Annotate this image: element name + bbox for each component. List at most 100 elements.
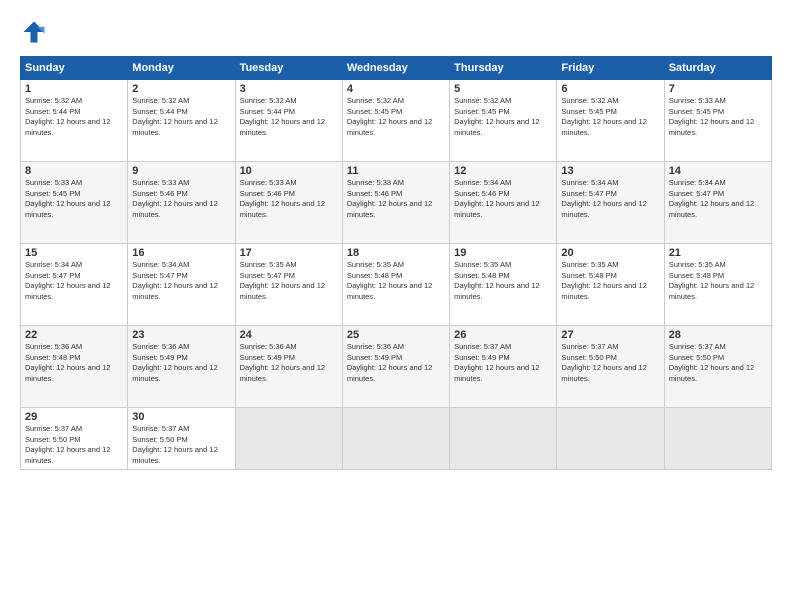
day-number: 26 xyxy=(454,329,552,341)
day-info: Sunrise: 5:33 AMSunset: 5:45 PMDaylight:… xyxy=(25,178,110,219)
calendar-cell: 25Sunrise: 5:36 AMSunset: 5:49 PMDayligh… xyxy=(342,326,449,408)
calendar-cell: 8Sunrise: 5:33 AMSunset: 5:45 PMDaylight… xyxy=(21,162,128,244)
day-info: Sunrise: 5:34 AMSunset: 5:46 PMDaylight:… xyxy=(454,178,539,219)
day-number: 25 xyxy=(347,329,445,341)
calendar-cell: 21Sunrise: 5:35 AMSunset: 5:48 PMDayligh… xyxy=(664,244,771,326)
calendar-cell: 7Sunrise: 5:33 AMSunset: 5:45 PMDaylight… xyxy=(664,80,771,162)
day-info: Sunrise: 5:32 AMSunset: 5:45 PMDaylight:… xyxy=(454,96,539,137)
calendar-cell: 30Sunrise: 5:37 AMSunset: 5:50 PMDayligh… xyxy=(128,408,235,470)
day-info: Sunrise: 5:35 AMSunset: 5:48 PMDaylight:… xyxy=(669,260,754,301)
calendar-cell: 22Sunrise: 5:36 AMSunset: 5:48 PMDayligh… xyxy=(21,326,128,408)
calendar-cell: 24Sunrise: 5:36 AMSunset: 5:49 PMDayligh… xyxy=(235,326,342,408)
col-wednesday: Wednesday xyxy=(342,57,449,80)
header xyxy=(20,18,772,46)
calendar-cell: 5Sunrise: 5:32 AMSunset: 5:45 PMDaylight… xyxy=(450,80,557,162)
col-thursday: Thursday xyxy=(450,57,557,80)
day-number: 1 xyxy=(25,83,123,95)
logo xyxy=(20,18,54,46)
calendar-cell: 26Sunrise: 5:37 AMSunset: 5:49 PMDayligh… xyxy=(450,326,557,408)
calendar-cell xyxy=(557,408,664,470)
day-number: 19 xyxy=(454,247,552,259)
day-info: Sunrise: 5:35 AMSunset: 5:48 PMDaylight:… xyxy=(561,260,646,301)
calendar-table: Sunday Monday Tuesday Wednesday Thursday… xyxy=(20,56,772,470)
day-info: Sunrise: 5:36 AMSunset: 5:48 PMDaylight:… xyxy=(25,342,110,383)
day-number: 23 xyxy=(132,329,230,341)
calendar-cell: 27Sunrise: 5:37 AMSunset: 5:50 PMDayligh… xyxy=(557,326,664,408)
day-number: 27 xyxy=(561,329,659,341)
col-monday: Monday xyxy=(128,57,235,80)
calendar-cell: 4Sunrise: 5:32 AMSunset: 5:45 PMDaylight… xyxy=(342,80,449,162)
calendar-cell xyxy=(235,408,342,470)
calendar-cell: 28Sunrise: 5:37 AMSunset: 5:50 PMDayligh… xyxy=(664,326,771,408)
day-info: Sunrise: 5:32 AMSunset: 5:44 PMDaylight:… xyxy=(132,96,217,137)
day-number: 3 xyxy=(240,83,338,95)
day-info: Sunrise: 5:35 AMSunset: 5:47 PMDaylight:… xyxy=(240,260,325,301)
day-info: Sunrise: 5:36 AMSunset: 5:49 PMDaylight:… xyxy=(132,342,217,383)
day-number: 9 xyxy=(132,165,230,177)
logo-icon xyxy=(20,18,48,46)
calendar-cell: 11Sunrise: 5:33 AMSunset: 5:46 PMDayligh… xyxy=(342,162,449,244)
calendar-cell: 16Sunrise: 5:34 AMSunset: 5:47 PMDayligh… xyxy=(128,244,235,326)
day-info: Sunrise: 5:32 AMSunset: 5:44 PMDaylight:… xyxy=(25,96,110,137)
day-number: 8 xyxy=(25,165,123,177)
day-info: Sunrise: 5:33 AMSunset: 5:46 PMDaylight:… xyxy=(240,178,325,219)
day-info: Sunrise: 5:36 AMSunset: 5:49 PMDaylight:… xyxy=(240,342,325,383)
day-info: Sunrise: 5:36 AMSunset: 5:49 PMDaylight:… xyxy=(347,342,432,383)
calendar-cell: 10Sunrise: 5:33 AMSunset: 5:46 PMDayligh… xyxy=(235,162,342,244)
calendar-cell: 12Sunrise: 5:34 AMSunset: 5:46 PMDayligh… xyxy=(450,162,557,244)
day-info: Sunrise: 5:34 AMSunset: 5:47 PMDaylight:… xyxy=(25,260,110,301)
col-saturday: Saturday xyxy=(664,57,771,80)
col-friday: Friday xyxy=(557,57,664,80)
day-info: Sunrise: 5:37 AMSunset: 5:50 PMDaylight:… xyxy=(669,342,754,383)
calendar-cell: 19Sunrise: 5:35 AMSunset: 5:48 PMDayligh… xyxy=(450,244,557,326)
col-tuesday: Tuesday xyxy=(235,57,342,80)
calendar-cell: 1Sunrise: 5:32 AMSunset: 5:44 PMDaylight… xyxy=(21,80,128,162)
day-number: 22 xyxy=(25,329,123,341)
day-number: 12 xyxy=(454,165,552,177)
day-number: 18 xyxy=(347,247,445,259)
header-row: Sunday Monday Tuesday Wednesday Thursday… xyxy=(21,57,772,80)
day-number: 15 xyxy=(25,247,123,259)
calendar-cell: 20Sunrise: 5:35 AMSunset: 5:48 PMDayligh… xyxy=(557,244,664,326)
day-number: 21 xyxy=(669,247,767,259)
day-info: Sunrise: 5:34 AMSunset: 5:47 PMDaylight:… xyxy=(561,178,646,219)
day-info: Sunrise: 5:32 AMSunset: 5:45 PMDaylight:… xyxy=(347,96,432,137)
day-number: 14 xyxy=(669,165,767,177)
day-info: Sunrise: 5:37 AMSunset: 5:50 PMDaylight:… xyxy=(561,342,646,383)
day-info: Sunrise: 5:32 AMSunset: 5:44 PMDaylight:… xyxy=(240,96,325,137)
calendar-cell: 2Sunrise: 5:32 AMSunset: 5:44 PMDaylight… xyxy=(128,80,235,162)
day-info: Sunrise: 5:34 AMSunset: 5:47 PMDaylight:… xyxy=(669,178,754,219)
day-number: 5 xyxy=(454,83,552,95)
calendar-cell: 14Sunrise: 5:34 AMSunset: 5:47 PMDayligh… xyxy=(664,162,771,244)
day-number: 24 xyxy=(240,329,338,341)
calendar-cell: 17Sunrise: 5:35 AMSunset: 5:47 PMDayligh… xyxy=(235,244,342,326)
day-number: 11 xyxy=(347,165,445,177)
day-info: Sunrise: 5:32 AMSunset: 5:45 PMDaylight:… xyxy=(561,96,646,137)
calendar-cell: 9Sunrise: 5:33 AMSunset: 5:46 PMDaylight… xyxy=(128,162,235,244)
calendar-cell: 18Sunrise: 5:35 AMSunset: 5:48 PMDayligh… xyxy=(342,244,449,326)
day-info: Sunrise: 5:37 AMSunset: 5:49 PMDaylight:… xyxy=(454,342,539,383)
day-info: Sunrise: 5:33 AMSunset: 5:46 PMDaylight:… xyxy=(347,178,432,219)
calendar-cell: 6Sunrise: 5:32 AMSunset: 5:45 PMDaylight… xyxy=(557,80,664,162)
calendar-cell: 13Sunrise: 5:34 AMSunset: 5:47 PMDayligh… xyxy=(557,162,664,244)
calendar-cell: 15Sunrise: 5:34 AMSunset: 5:47 PMDayligh… xyxy=(21,244,128,326)
day-info: Sunrise: 5:35 AMSunset: 5:48 PMDaylight:… xyxy=(454,260,539,301)
day-number: 6 xyxy=(561,83,659,95)
day-info: Sunrise: 5:33 AMSunset: 5:46 PMDaylight:… xyxy=(132,178,217,219)
day-number: 10 xyxy=(240,165,338,177)
day-info: Sunrise: 5:34 AMSunset: 5:47 PMDaylight:… xyxy=(132,260,217,301)
day-number: 13 xyxy=(561,165,659,177)
day-number: 16 xyxy=(132,247,230,259)
day-number: 30 xyxy=(132,411,230,423)
day-number: 17 xyxy=(240,247,338,259)
calendar-page: Sunday Monday Tuesday Wednesday Thursday… xyxy=(0,0,792,612)
day-number: 2 xyxy=(132,83,230,95)
day-info: Sunrise: 5:37 AMSunset: 5:50 PMDaylight:… xyxy=(25,424,110,465)
col-sunday: Sunday xyxy=(21,57,128,80)
day-number: 20 xyxy=(561,247,659,259)
day-info: Sunrise: 5:33 AMSunset: 5:45 PMDaylight:… xyxy=(669,96,754,137)
day-number: 7 xyxy=(669,83,767,95)
day-info: Sunrise: 5:35 AMSunset: 5:48 PMDaylight:… xyxy=(347,260,432,301)
calendar-cell xyxy=(664,408,771,470)
day-number: 28 xyxy=(669,329,767,341)
